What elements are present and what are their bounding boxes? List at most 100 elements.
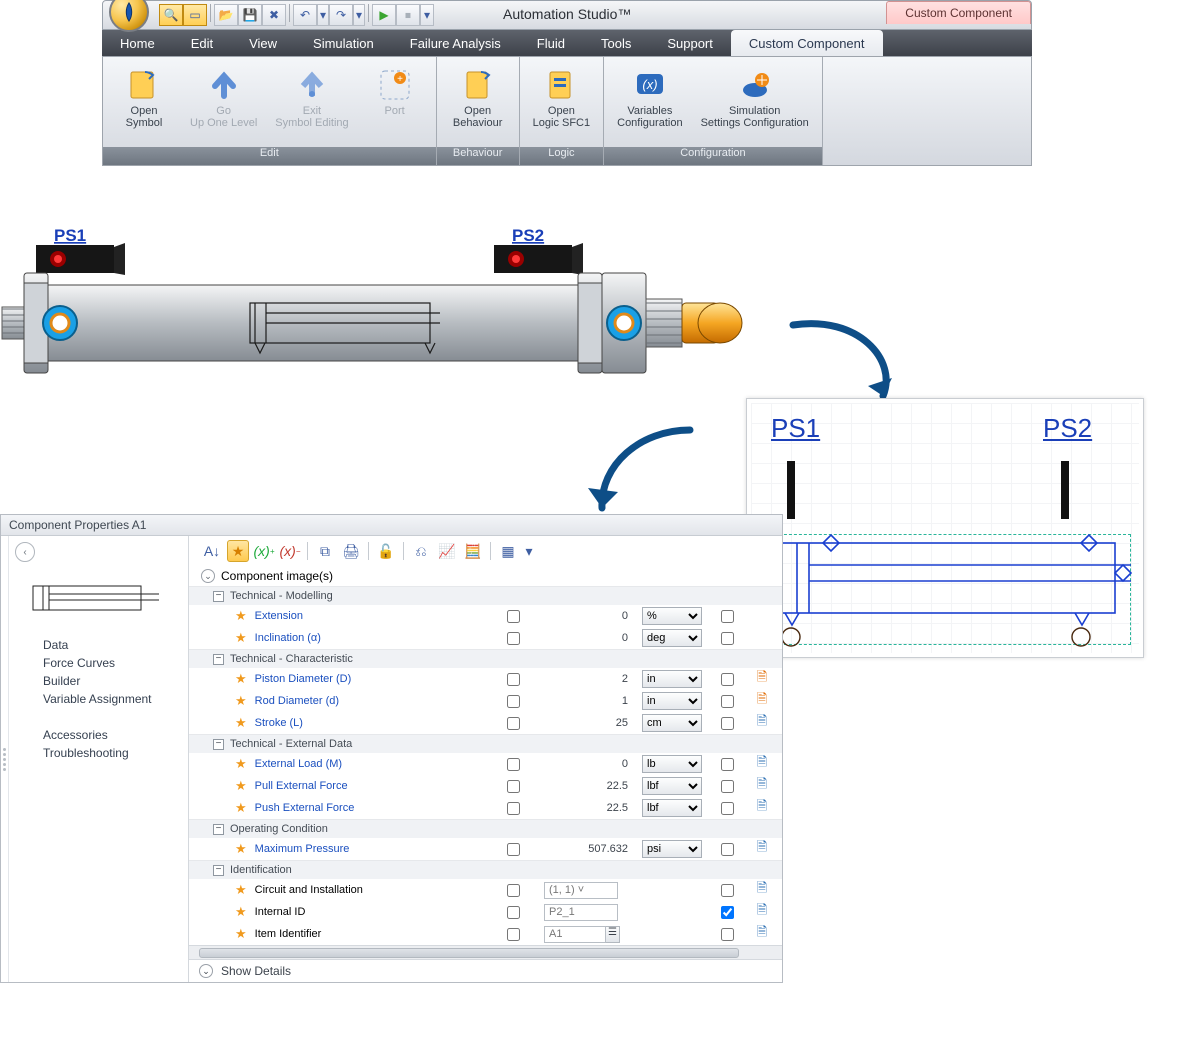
- qat-stop-icon[interactable]: ⏹: [396, 4, 420, 26]
- check-a[interactable]: [507, 928, 520, 941]
- unit-select[interactable]: in: [642, 670, 702, 688]
- star-icon[interactable]: ★: [235, 608, 247, 624]
- qat-close-icon[interactable]: ✖: [262, 4, 286, 26]
- ribbon-open-symbol[interactable]: OpenSymbol: [111, 63, 177, 147]
- link-icon[interactable]: ⎌: [410, 540, 432, 562]
- tail-icon[interactable]: 🗎: [752, 879, 772, 901]
- prop-name[interactable]: Stroke (L): [255, 717, 482, 729]
- toolbar-overflow-icon[interactable]: ▾: [523, 540, 535, 562]
- prop-name[interactable]: Piston Diameter (D): [255, 673, 482, 685]
- qat-select-icon[interactable]: ▭: [183, 4, 207, 26]
- qat-redo-icon[interactable]: ↷: [329, 4, 353, 26]
- check-a[interactable]: [507, 843, 520, 856]
- check-a[interactable]: [507, 758, 520, 771]
- check-a[interactable]: [507, 780, 520, 793]
- unit-select[interactable]: psi: [642, 840, 702, 858]
- menu-fluid[interactable]: Fluid: [519, 30, 583, 56]
- menu-simulation[interactable]: Simulation: [295, 30, 392, 56]
- check-a[interactable]: [507, 695, 520, 708]
- unit-select[interactable]: deg: [642, 629, 702, 647]
- nav-accessories[interactable]: Accessories: [43, 726, 178, 744]
- nav-force-curves[interactable]: Force Curves: [43, 654, 178, 672]
- value-input[interactable]: [544, 904, 618, 921]
- unit-select[interactable]: lbf: [642, 777, 702, 795]
- star-icon[interactable]: ★: [235, 756, 247, 772]
- category-technical-external-data[interactable]: −Technical - External Data: [189, 734, 782, 753]
- check-a[interactable]: [507, 906, 520, 919]
- check-b[interactable]: [721, 673, 734, 686]
- tail-icon[interactable]: 🗎: [752, 775, 772, 797]
- star-icon[interactable]: ★: [235, 693, 247, 709]
- check-a[interactable]: [507, 632, 520, 645]
- check-a[interactable]: [507, 884, 520, 897]
- check-b[interactable]: [721, 717, 734, 730]
- category-technical-modelling[interactable]: −Technical - Modelling: [189, 586, 782, 605]
- nav-builder[interactable]: Builder: [43, 672, 178, 690]
- menu-tools[interactable]: Tools: [583, 30, 649, 56]
- category-technical-characteristic[interactable]: −Technical - Characteristic: [189, 649, 782, 668]
- app-orb[interactable]: [109, 0, 149, 32]
- nav-variable-assignment[interactable]: Variable Assignment: [43, 690, 178, 708]
- star-icon[interactable]: ★: [235, 882, 247, 898]
- nav-data[interactable]: Data: [43, 636, 178, 654]
- prop-name[interactable]: Extension: [255, 610, 482, 622]
- prop-name[interactable]: Inclination (α): [255, 632, 482, 644]
- chart-icon[interactable]: 📈: [436, 540, 458, 562]
- qat-save-icon[interactable]: 💾: [238, 4, 262, 26]
- check-b[interactable]: [721, 906, 734, 919]
- qat-undo-icon[interactable]: ↶: [293, 4, 317, 26]
- panel-footer[interactable]: ⌄Show Details: [189, 959, 782, 982]
- ribbon-open-logic-sfc1[interactable]: OpenLogic SFC1: [528, 63, 595, 147]
- tail-icon[interactable]: 🗎: [752, 712, 772, 734]
- tail-icon[interactable]: 🗎: [752, 901, 772, 923]
- var-minus-icon[interactable]: (x)−: [279, 540, 301, 562]
- star-icon[interactable]: ★: [235, 841, 247, 857]
- value-input[interactable]: [544, 926, 606, 943]
- grip-handle[interactable]: [1, 536, 9, 982]
- var-plus-icon[interactable]: (x)+: [253, 540, 275, 562]
- tail-icon[interactable]: 🗎: [752, 753, 772, 775]
- qat-open-icon[interactable]: 📂: [214, 4, 238, 26]
- unit-select[interactable]: cm: [642, 714, 702, 732]
- tail-icon[interactable]: 🗎: [752, 797, 772, 819]
- category-identification[interactable]: −Identification: [189, 860, 782, 879]
- value-input[interactable]: [544, 882, 618, 899]
- check-b[interactable]: [721, 780, 734, 793]
- unlock-icon[interactable]: 🔓: [375, 540, 397, 562]
- ribbon-variables-configuration[interactable]: (x)VariablesConfiguration: [612, 63, 687, 147]
- unit-select[interactable]: lbf: [642, 799, 702, 817]
- qat-redo-menu[interactable]: ▾: [353, 4, 365, 26]
- qat-zoom-icon[interactable]: 🔍: [159, 4, 183, 26]
- tail-icon[interactable]: 🗎: [752, 690, 772, 712]
- qat-run-icon[interactable]: ▶: [372, 4, 396, 26]
- menu-home[interactable]: Home: [102, 30, 173, 56]
- menu-view[interactable]: View: [231, 30, 295, 56]
- check-b[interactable]: [721, 928, 734, 941]
- menu-failure-analysis[interactable]: Failure Analysis: [392, 30, 519, 56]
- prop-name[interactable]: Push External Force: [255, 802, 482, 814]
- unit-select[interactable]: in: [642, 692, 702, 710]
- star-icon[interactable]: ★: [235, 630, 247, 646]
- check-b[interactable]: [721, 695, 734, 708]
- tail-icon[interactable]: 🗎: [752, 668, 772, 690]
- check-b[interactable]: [721, 610, 734, 623]
- qat-overflow-icon[interactable]: ▾: [420, 4, 434, 26]
- prop-name[interactable]: External Load (M): [255, 758, 482, 770]
- star-icon[interactable]: ★: [235, 715, 247, 731]
- calc-icon[interactable]: 🧮: [462, 540, 484, 562]
- check-b[interactable]: [721, 758, 734, 771]
- check-b[interactable]: [721, 632, 734, 645]
- print-icon[interactable]: 🖨: [340, 540, 362, 562]
- tail-icon[interactable]: 🗎: [752, 838, 772, 860]
- check-b[interactable]: [721, 802, 734, 815]
- ribbon-simulation-settings-configuration[interactable]: SimulationSettings Configuration: [696, 63, 814, 147]
- table-icon[interactable]: ▦: [497, 540, 519, 562]
- horizontal-scrollbar[interactable]: [189, 945, 782, 959]
- check-a[interactable]: [507, 673, 520, 686]
- star-icon[interactable]: ★: [235, 926, 247, 942]
- check-a[interactable]: [507, 717, 520, 730]
- copy-icon[interactable]: ⧉: [314, 540, 336, 562]
- prop-name[interactable]: Rod Diameter (d): [255, 695, 482, 707]
- star-icon[interactable]: ★: [235, 904, 247, 920]
- favorites-filter-icon[interactable]: ★: [227, 540, 249, 562]
